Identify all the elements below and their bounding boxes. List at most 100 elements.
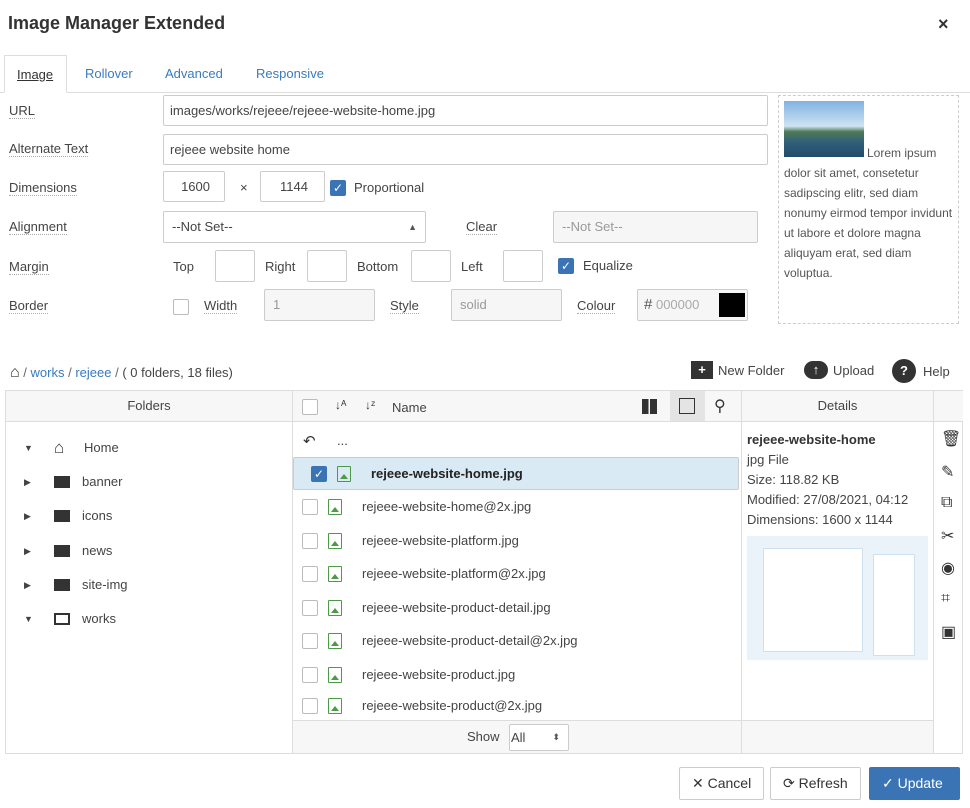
alignment-select[interactable]: --Not Set-- ▲ (163, 211, 426, 243)
file-row[interactable]: ✓ rejeee-website-home.jpg (293, 457, 739, 490)
crop-icon[interactable]: ⌗ (941, 590, 950, 608)
folder-icon (54, 545, 70, 557)
file-name: rejeee-website-platform.jpg (362, 533, 519, 548)
preview-image (784, 101, 864, 157)
help-button[interactable]: ? Help (892, 359, 950, 383)
colour-swatch[interactable] (719, 293, 745, 317)
thumbnail-page (763, 548, 863, 652)
caret-right-icon[interactable]: ▶ (24, 472, 54, 492)
new-folder-button[interactable]: + New Folder (691, 361, 784, 379)
file-row[interactable]: rejeee-website-product-detail@2x.jpg (293, 624, 739, 657)
folder-icons[interactable]: ▶ icons (24, 506, 112, 526)
sort-asc-icon[interactable]: ↓ᴬ (335, 398, 346, 412)
home-icon[interactable]: ⌂ (10, 364, 20, 381)
width-input[interactable]: 1600 (163, 171, 225, 202)
folder-icon (54, 476, 70, 488)
tab-image[interactable]: Image (4, 55, 67, 93)
folder-news[interactable]: ▶ news (24, 541, 112, 561)
border-width-select[interactable]: 1 (264, 289, 375, 321)
folder-home[interactable]: ▼ ⌂ Home (24, 438, 119, 458)
details-thumbnail (747, 536, 928, 660)
edit-icon[interactable]: ✎ (941, 462, 954, 482)
margin-bottom-input[interactable] (411, 250, 451, 282)
eye-icon[interactable]: ◉ (941, 558, 955, 578)
margin-left-input[interactable] (503, 250, 543, 282)
alt-input[interactable]: rejeee website home (163, 134, 768, 165)
name-column-header[interactable]: Name (392, 400, 427, 415)
file-checkbox[interactable] (302, 599, 318, 616)
file-checkbox[interactable] (302, 632, 318, 649)
cancel-button[interactable]: ✕ Cancel (679, 767, 765, 800)
file-row[interactable]: rejeee-website-home@2x.jpg (293, 490, 739, 523)
caret-down-icon[interactable]: ▼ (24, 438, 54, 458)
copy-icon[interactable]: ⧉ (941, 494, 952, 512)
home-icon: ⌂ (54, 438, 65, 457)
equalize-checkbox[interactable]: ✓ (558, 258, 574, 274)
margin-top-input[interactable] (215, 250, 255, 282)
alignment-label: Alignment (9, 219, 67, 235)
folder-open-icon (54, 613, 70, 625)
show-select[interactable]: All ⬍ (509, 724, 569, 751)
file-actions: 🗑 ✎ ⧉ ✂ ◉ ⌗ ▣ (934, 391, 963, 753)
caret-right-icon[interactable]: ▶ (24, 506, 54, 526)
alignment-value: --Not Set-- (172, 219, 233, 234)
file-row[interactable]: rejeee-website-product@2x.jpg (293, 691, 739, 720)
details-dimensions: Dimensions: 1600 x 1144 (747, 512, 893, 527)
cancel-label: Cancel (707, 775, 752, 791)
border-colour-input[interactable]: # 000000 (637, 289, 748, 321)
file-row[interactable]: rejeee-website-product-detail.jpg (293, 591, 739, 624)
grid-view-icon[interactable] (642, 399, 657, 414)
file-name: rejeee-website-home.jpg (371, 465, 523, 481)
border-style-select[interactable]: solid (451, 289, 562, 321)
folder-works[interactable]: ▼ works (24, 609, 116, 629)
breadcrumb-works[interactable]: works (31, 365, 65, 380)
folder-banner[interactable]: ▶ banner (24, 472, 122, 492)
proportional-checkbox[interactable]: ✓ (330, 180, 346, 196)
select-arrows-icon: ▲ (408, 222, 417, 232)
list-view-button[interactable] (670, 391, 705, 421)
refresh-button[interactable]: ⟳ Refresh (770, 767, 861, 800)
file-checkbox[interactable] (302, 565, 318, 582)
caret-right-icon[interactable]: ▶ (24, 541, 54, 561)
file-checkbox[interactable]: ✓ (311, 465, 327, 482)
search-icon[interactable]: ⚲ (714, 396, 726, 416)
file-checkbox[interactable] (302, 697, 318, 714)
margin-right-input[interactable] (307, 250, 347, 282)
image-file-icon (337, 465, 351, 482)
file-name: rejeee-website-product@2x.jpg (362, 698, 543, 713)
update-label: Update (897, 775, 943, 791)
caret-down-icon[interactable]: ▼ (24, 609, 54, 629)
upload-button[interactable]: ↑ Upload (804, 361, 874, 379)
folders-panel: Folders ▼ ⌂ Home ▶ banner ▶ icons ▶ news ▶ sit… (6, 391, 293, 753)
folder-site-img[interactable]: ▶ site-img (24, 575, 128, 595)
trash-icon[interactable]: 🗑 (941, 429, 961, 449)
breadcrumb-rejeee[interactable]: rejeee (75, 365, 111, 380)
file-row[interactable]: rejeee-website-platform.jpg (293, 524, 739, 557)
border-checkbox[interactable] (173, 299, 189, 315)
file-row[interactable]: rejeee-website-platform@2x.jpg (293, 557, 739, 590)
file-row[interactable]: rejeee-website-product.jpg (293, 658, 739, 691)
caret-right-icon[interactable]: ▶ (24, 575, 54, 595)
select-all-checkbox[interactable] (302, 399, 318, 415)
parent-folder-row[interactable]: ↶... (293, 424, 739, 457)
file-checkbox[interactable] (302, 532, 318, 549)
height-input[interactable]: 1144 (260, 171, 325, 202)
tab-responsive[interactable]: Responsive (244, 55, 336, 93)
border-colour-label: Colour (577, 298, 616, 314)
image-file-icon (328, 697, 342, 714)
cut-icon[interactable]: ✂ (941, 526, 954, 546)
folder-label: Home (84, 440, 119, 455)
image-icon[interactable]: ▣ (941, 622, 956, 642)
close-icon[interactable]: × (938, 14, 949, 35)
tab-advanced[interactable]: Advanced (153, 55, 235, 93)
clear-select[interactable]: --Not Set-- (553, 211, 758, 243)
url-input[interactable]: images/works/rejeee/rejeee-website-home.… (163, 95, 768, 126)
tab-rollover[interactable]: Rollover (73, 55, 145, 93)
sort-desc-icon[interactable]: ↓ᶻ (365, 398, 375, 412)
refresh-label: Refresh (798, 775, 848, 791)
file-checkbox[interactable] (302, 498, 318, 515)
file-checkbox[interactable] (302, 666, 318, 683)
update-button[interactable]: ✓ Update (869, 767, 960, 800)
upload-label: Upload (833, 362, 875, 378)
actions-header (934, 391, 963, 422)
